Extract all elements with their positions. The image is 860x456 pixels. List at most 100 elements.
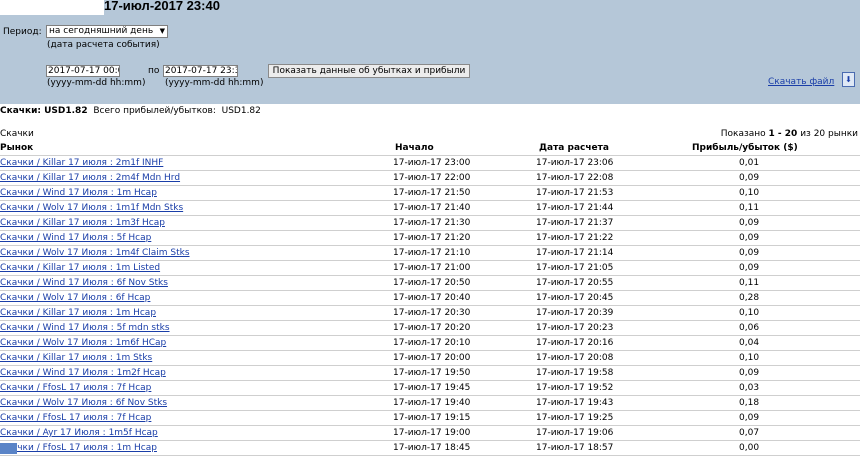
table-cell: 17-июл-17 19:52 — [536, 380, 672, 396]
table-body: Скачки / Killar 17 июля : 2m1f INHF 17-ию… — [0, 155, 860, 456]
market-link[interactable]: Скачки / Killar 17 июля : 1m Stks — [0, 353, 152, 363]
table-cell: 17-июл-17 21:20 — [393, 230, 536, 246]
table-cell: 17-июл-17 21:05 — [536, 260, 672, 276]
market-link[interactable]: Скачки / Killar 17 июля : 2m4f Mdn Hrd — [0, 173, 180, 183]
table-cell: 17-июл-17 22:08 — [536, 170, 672, 186]
table-cell: Скачки / Wolv 17 Июля : 1m6f HCap — [0, 335, 393, 351]
table-row: Скачки / Killar 17 июля : 2m1f INHF 17-ию… — [0, 155, 860, 171]
page-title: 17-июл-2017 23:40 — [104, 0, 220, 13]
table-cell: 17-июл-17 21:44 — [536, 200, 672, 216]
table-cell: 0,09 — [672, 245, 860, 261]
start-time: 17-июл-17 20:40 — [393, 293, 471, 303]
table-row: Скачки / Wolv 17 Июля : 1m6f HCap 17-июл-… — [0, 335, 860, 351]
table-cell: 0,09 — [672, 365, 860, 381]
market-link[interactable]: Скачки / Ayr 17 Июля : 1m5f Hcap — [0, 428, 158, 438]
table-cell: 17-июл-17 19:40 — [393, 395, 536, 411]
market-link[interactable]: Скачки / Killar 17 июля : 1m Hcap — [0, 308, 156, 318]
table-row: Скачки / Wolv 17 Июля : 6f Hcap 17-июл-17… — [0, 290, 860, 306]
start-time: 17-июл-17 20:30 — [393, 308, 471, 318]
row-highlight-marker — [0, 443, 17, 454]
table-cell: 0,04 — [672, 335, 860, 351]
total-value: USD1.82 — [221, 106, 261, 116]
table-cell: 17-июл-17 19:15 — [393, 410, 536, 426]
column-header-start[interactable]: Начало — [393, 141, 536, 156]
column-header-settled[interactable]: Дата расчета — [536, 141, 672, 156]
to-date-input[interactable]: 2017-07-17 23:39 — [163, 65, 238, 77]
period-label: Период: — [3, 27, 42, 37]
table-header-row: Рынок Начало Дата расчета Прибыль/убыток… — [0, 141, 860, 156]
market-link[interactable]: Скачки / FfosL 17 июля : 7f Hcap — [0, 413, 151, 423]
settled-time: 17-июл-17 23:06 — [536, 158, 614, 168]
settled-time: 17-июл-17 20:23 — [536, 323, 614, 333]
market-link[interactable]: Скачки / FfosL 17 июля : 1m Hcap — [0, 443, 157, 453]
settled-time: 17-июл-17 19:58 — [536, 368, 614, 378]
show-profit-loss-button[interactable]: Показать данные об убытках и прибыли — [268, 64, 470, 78]
table-cell: 17-июл-17 21:10 — [393, 245, 536, 261]
start-time: 17-июл-17 19:40 — [393, 398, 471, 408]
start-time: 17-июл-17 18:45 — [393, 443, 471, 453]
table-cell: 17-июл-17 20:23 — [536, 320, 672, 336]
table-cell: 17-июл-17 20:00 — [393, 350, 536, 366]
table-row: Скачки / Killar 17 июля : 1m Hcap 17-июл-… — [0, 305, 860, 321]
settled-time: 17-июл-17 20:16 — [536, 338, 614, 348]
table-cell: 17-июл-17 19:50 — [393, 365, 536, 381]
filter-panel: 17-июл-2017 23:40 Период: на сегодняшний… — [0, 0, 860, 104]
column-header-market[interactable]: Рынок — [0, 141, 393, 156]
table-cell: 17-июл-17 23:00 — [393, 155, 536, 171]
profit-loss-value: 0,09 — [739, 248, 760, 258]
profit-loss-value: 0,09 — [739, 368, 760, 378]
table-cell: Скачки / FfosL 17 июля : 7f Hcap — [0, 380, 393, 396]
settled-time: 17-июл-17 20:08 — [536, 353, 614, 363]
file-download-icon[interactable]: ⬇ — [842, 72, 855, 87]
table-cell: 0,09 — [672, 230, 860, 246]
column-header-profit[interactable]: Прибыль/убыток ($) — [672, 141, 860, 156]
market-link[interactable]: Скачки / Wolv 17 Июля : 1m6f HCap — [0, 338, 166, 348]
settled-time: 17-июл-17 18:57 — [536, 443, 614, 453]
download-file-link[interactable]: Скачать файл — [768, 77, 834, 87]
table-row: Скачки / Killar 17 июля : 1m Listed 17-ию… — [0, 260, 860, 276]
table-cell: 17-июл-17 21:53 — [536, 185, 672, 201]
market-link[interactable]: Скачки / Wind 17 Июля : 1m Hcap — [0, 188, 157, 198]
market-link[interactable]: Скачки / Killar 17 июля : 1m3f Hcap — [0, 218, 165, 228]
table-row: Скачки / Wind 17 Июля : 1m Hcap 17-июл-17… — [0, 185, 860, 201]
market-link[interactable]: Скачки / Wind 17 Июля : 5f Hcap — [0, 233, 151, 243]
table-cell: Скачки / Ayr 17 Июля : 1m5f Hcap — [0, 425, 393, 441]
table-cell: Скачки / Killar 17 июля : 1m Stks — [0, 350, 393, 366]
period-select[interactable]: на сегодняшний день ▼ — [46, 25, 168, 38]
table-cell: 17-июл-17 19:25 — [536, 410, 672, 426]
profit-loss-value: 0,11 — [739, 203, 760, 213]
table-cell: 17-июл-17 18:45 — [393, 440, 536, 456]
market-link[interactable]: Скачки / Wind 17 Июля : 5f mdn stks — [0, 323, 170, 333]
table-cell: 0,10 — [672, 185, 860, 201]
profit-loss-value: 0,06 — [739, 323, 760, 333]
market-link[interactable]: Скачки / FfosL 17 июля : 7f Hcap — [0, 383, 151, 393]
table-cell: 17-июл-17 20:16 — [536, 335, 672, 351]
table-cell: 0,10 — [672, 350, 860, 366]
from-date-input[interactable]: 2017-07-17 00:00 — [46, 65, 120, 77]
table-cell: 0,28 — [672, 290, 860, 306]
settled-time: 17-июл-17 21:44 — [536, 203, 614, 213]
market-link[interactable]: Скачки / Wolv 17 Июля : 1m4f Claim Stks — [0, 248, 190, 258]
market-link[interactable]: Скачки / Wind 17 Июля : 1m2f Hcap — [0, 368, 166, 378]
profit-loss-value: 0,18 — [739, 398, 760, 408]
table-cell: 0,03 — [672, 380, 860, 396]
table-cell: 17-июл-17 19:43 — [536, 395, 672, 411]
market-link[interactable]: Скачки / Wolv 17 Июля : 1m1f Mdn Stks — [0, 203, 183, 213]
market-link[interactable]: Скачки / Killar 17 июля : 1m Listed — [0, 263, 160, 273]
market-link[interactable]: Скачки / Wind 17 Июля : 6f Nov Stks — [0, 278, 168, 288]
table-row: Скачки / Wind 17 Июля : 5f Hcap 17-июл-17… — [0, 230, 860, 246]
market-link[interactable]: Скачки / Wolv 17 Июля : 6f Hcap — [0, 293, 150, 303]
table-cell: 17-июл-17 21:00 — [393, 260, 536, 276]
table-cell: 0,18 — [672, 395, 860, 411]
table-cell: Скачки / Killar 17 июля : 1m Listed — [0, 260, 393, 276]
table-row: Скачки / Killar 17 июля : 1m3f Hcap 17-ию… — [0, 215, 860, 231]
settled-time: 17-июл-17 20:45 — [536, 293, 614, 303]
shown-range: 1 - 20 — [768, 129, 798, 139]
market-link[interactable]: Скачки / Killar 17 июля : 2m1f INHF — [0, 158, 163, 168]
profit-loss-value: 0,00 — [739, 443, 760, 453]
table-cell: 17-июл-17 19:45 — [393, 380, 536, 396]
market-link[interactable]: Скачки / Wolv 17 Июля : 6f Nov Stks — [0, 398, 167, 408]
table-cell: 0,01 — [672, 155, 860, 171]
profit-loss-value: 0,07 — [739, 428, 760, 438]
settled-time: 17-июл-17 21:14 — [536, 248, 614, 258]
